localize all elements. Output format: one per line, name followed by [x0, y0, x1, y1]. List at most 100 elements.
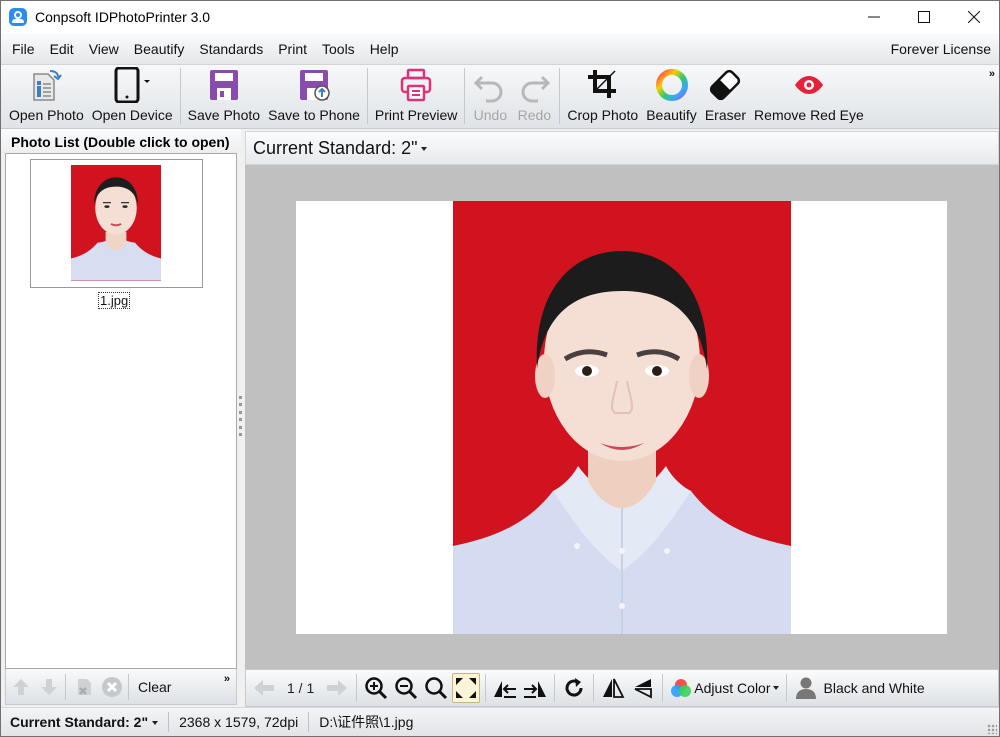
- eraser-icon: [707, 67, 743, 103]
- chevron-down-icon: [152, 721, 159, 726]
- status-separator: [168, 712, 170, 732]
- move-up-button[interactable]: [8, 674, 34, 700]
- eraser-button[interactable]: Eraser: [701, 64, 750, 128]
- menu-tools[interactable]: Tools: [315, 41, 362, 57]
- main-toolbar: Open Photo Open Device Save Photo Save t…: [1, 65, 999, 129]
- save-photo-label: Save Photo: [187, 107, 261, 123]
- delete-file-icon: [78, 678, 91, 695]
- photo-list-item[interactable]: [30, 159, 203, 288]
- menu-bar: File Edit View Beautify Standards Print …: [1, 33, 999, 65]
- fit-screen-icon: [456, 678, 477, 698]
- panel-splitter[interactable]: [239, 396, 243, 436]
- zoom-in-button[interactable]: [362, 673, 390, 703]
- crop-icon: [585, 67, 621, 103]
- zoom-out-button[interactable]: [392, 673, 420, 703]
- menu-help[interactable]: Help: [363, 41, 406, 57]
- id-photo[interactable]: [453, 201, 791, 634]
- photo-thumbnail: [71, 165, 161, 281]
- crop-photo-label: Crop Photo: [567, 107, 639, 123]
- mirror-horizontal-button[interactable]: [599, 673, 627, 703]
- remove-all-button[interactable]: [99, 674, 125, 700]
- eraser-label: Eraser: [704, 107, 747, 123]
- mirror-vertical-button[interactable]: [629, 673, 657, 703]
- menu-standards[interactable]: Standards: [192, 41, 270, 57]
- standard-bar: Current Standard: 2": [245, 131, 999, 165]
- page-indicator: 1 / 1: [287, 680, 315, 696]
- undo-button[interactable]: Undo: [468, 64, 512, 128]
- person-silhouette-icon: [795, 677, 816, 699]
- black-and-white-label: Black and White: [823, 680, 925, 696]
- save-to-phone-label: Save to Phone: [268, 107, 360, 123]
- next-page-button[interactable]: [323, 673, 351, 703]
- status-bar: Current Standard: 2" 2368 x 1579, 72dpi …: [1, 707, 999, 736]
- toolbar-overflow-button[interactable]: »: [989, 68, 995, 80]
- arrow-up-icon: [13, 678, 29, 695]
- save-photo-button[interactable]: Save Photo: [184, 64, 264, 128]
- previous-page-button[interactable]: [250, 673, 278, 703]
- view-separator: [356, 674, 358, 702]
- title-bar: Conpsoft IDPhotoPrinter 3.0: [1, 1, 999, 33]
- adjust-color-label: Adjust Color: [694, 680, 771, 696]
- photo-list-panel: Photo List (Double click to open) 1.jpg: [1, 129, 241, 707]
- current-standard-dropdown[interactable]: Current Standard: 2": [253, 137, 428, 159]
- photo-canvas[interactable]: [245, 165, 999, 669]
- beautify-button[interactable]: Beautify: [642, 64, 701, 128]
- view-separator: [554, 674, 556, 702]
- remove-file-button[interactable]: [71, 674, 97, 700]
- print-preview-button[interactable]: Print Preview: [371, 64, 461, 128]
- printer-icon: [398, 67, 434, 103]
- crop-photo-button[interactable]: Crop Photo: [563, 64, 642, 128]
- menu-edit[interactable]: Edit: [43, 41, 81, 57]
- remove-red-eye-button[interactable]: Remove Red Eye: [750, 64, 868, 128]
- arrow-left-icon: [254, 680, 274, 696]
- skew-right-icon: [524, 681, 547, 698]
- actual-size-button[interactable]: [422, 673, 450, 703]
- toolbar-separator: [179, 68, 181, 124]
- rgb-circles-icon: [671, 679, 692, 697]
- move-down-button[interactable]: [36, 674, 62, 700]
- menu-print[interactable]: Print: [271, 41, 314, 57]
- redo-button[interactable]: Redo: [512, 64, 556, 128]
- maximize-button[interactable]: [899, 1, 949, 33]
- license-status[interactable]: Forever License: [891, 41, 991, 57]
- open-device-button[interactable]: Open Device: [88, 64, 177, 128]
- undo-icon: [472, 67, 508, 103]
- flip-right-button[interactable]: [521, 673, 549, 703]
- status-standard-dropdown[interactable]: Current Standard: 2": [10, 714, 159, 730]
- view-separator: [785, 674, 787, 702]
- fit-to-window-button[interactable]: [452, 673, 481, 703]
- current-standard-label: Current Standard: 2": [253, 137, 418, 158]
- minimize-button[interactable]: [849, 1, 899, 33]
- view-separator: [593, 674, 595, 702]
- flip-left-button[interactable]: [491, 673, 519, 703]
- open-device-label: Open Device: [91, 107, 173, 123]
- photo-filename[interactable]: 1.jpg: [98, 292, 131, 309]
- photo-list[interactable]: 1.jpg: [5, 153, 237, 669]
- clear-button[interactable]: Clear: [138, 679, 171, 695]
- menu-file[interactable]: File: [5, 41, 42, 57]
- menu-beautify[interactable]: Beautify: [127, 41, 192, 57]
- photo-list-tools: Clear »: [5, 669, 237, 705]
- toolbar-separator: [464, 68, 466, 124]
- redo-label: Redo: [517, 107, 552, 123]
- menu-view[interactable]: View: [82, 41, 126, 57]
- save-to-phone-button[interactable]: Save to Phone: [264, 64, 364, 128]
- phone-device-icon: [110, 67, 154, 103]
- toolbar-separator: [366, 68, 368, 124]
- beautify-label: Beautify: [646, 107, 697, 123]
- black-and-white-button[interactable]: Black and White: [792, 673, 927, 703]
- open-photo-button[interactable]: Open Photo: [5, 64, 88, 128]
- resize-grip[interactable]: [987, 724, 997, 734]
- toolbar-separator: [559, 68, 561, 124]
- main-area: Current Standard: 2" 1 / 1 Adjust Color …: [245, 129, 999, 707]
- list-tools-overflow-button[interactable]: »: [224, 673, 230, 685]
- app-logo-icon: [9, 8, 27, 26]
- print-paper: [296, 201, 947, 634]
- status-standard-label: Current Standard: 2": [10, 714, 149, 730]
- close-button[interactable]: [949, 1, 999, 33]
- adjust-color-button[interactable]: Adjust Color: [668, 673, 780, 703]
- print-preview-label: Print Preview: [374, 107, 458, 123]
- floppy-upload-icon: [296, 67, 332, 103]
- color-ring-icon: [654, 67, 690, 103]
- rotate-button[interactable]: [560, 673, 588, 703]
